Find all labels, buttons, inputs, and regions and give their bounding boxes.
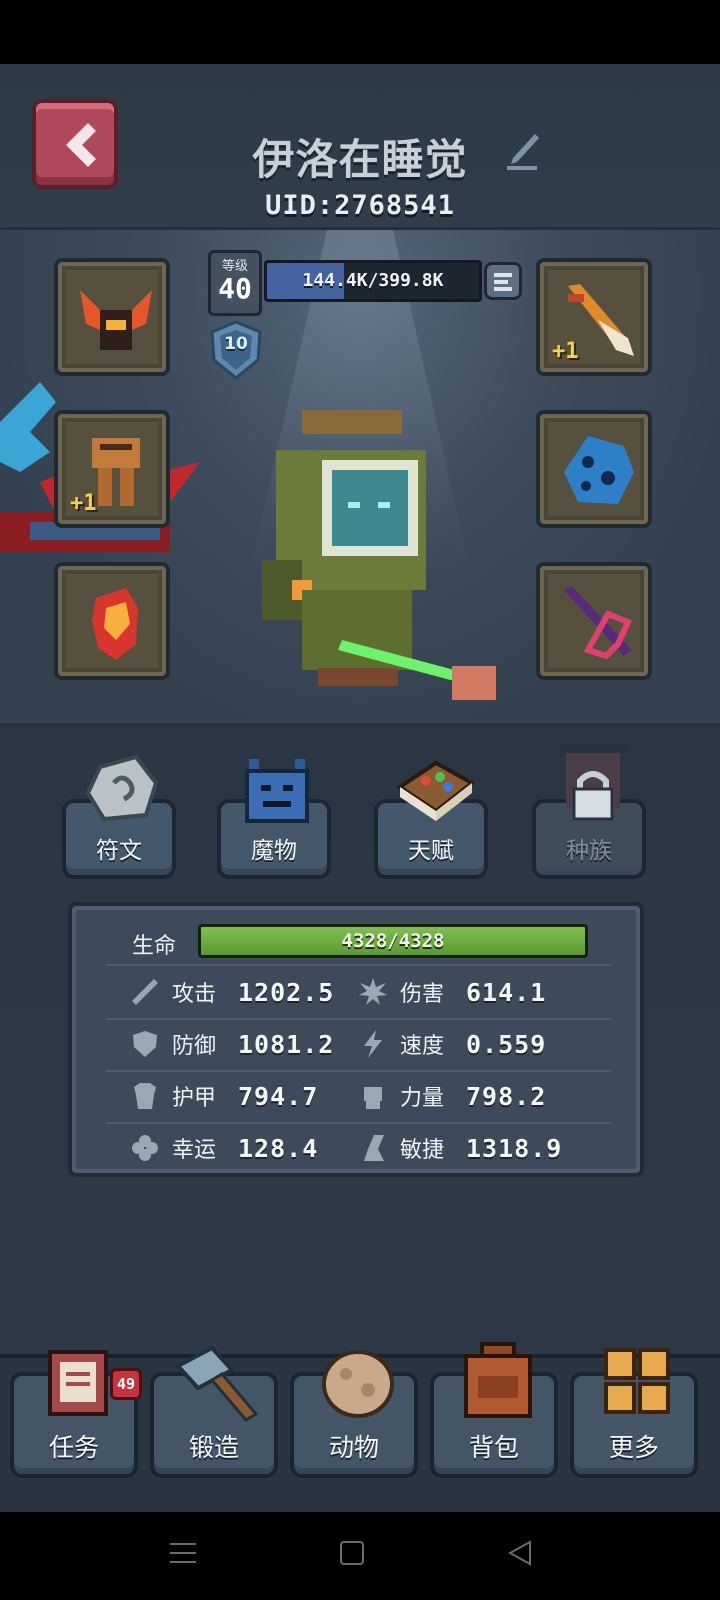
hp-label: 生命 (132, 934, 177, 959)
stat-value: 128.4 (238, 1133, 319, 1163)
divider (106, 1122, 611, 1124)
player-name: 伊洛在睡觉 (252, 135, 468, 184)
stat-value: 1318.9 (466, 1133, 563, 1163)
stat-label: 敏捷 (400, 1138, 445, 1163)
equip-slot-shield[interactable] (536, 410, 652, 528)
menu-icon[interactable] (170, 1540, 196, 1566)
stat-agility: 敏捷 1318.9 (358, 1128, 562, 1168)
stat-armor: 护甲 794.7 (130, 1076, 318, 1116)
back-triangle-icon[interactable] (508, 1540, 532, 1566)
quest-count-badge: 49 (110, 1368, 142, 1400)
stat-damage: 伤害 614.1 (358, 972, 546, 1012)
status-bar (0, 0, 720, 64)
fire-gauntlet-icon (92, 588, 138, 660)
nav-label: 动物 (328, 1433, 379, 1462)
nav-label: 更多 (608, 1433, 659, 1462)
fist-icon (364, 1087, 382, 1109)
egg-icon (322, 1350, 394, 1418)
nav-quest[interactable]: 49 任务 (10, 1350, 142, 1478)
nav-label: 任务 (48, 1433, 99, 1462)
equip-slot-helmet[interactable] (54, 258, 170, 376)
xp-bar: 144.4K/399.8K (264, 260, 482, 302)
system-nav-bar (0, 1512, 720, 1600)
nav-animal[interactable]: 动物 (290, 1350, 418, 1478)
stat-label: 速度 (400, 1034, 445, 1059)
level-number: 40 (218, 272, 252, 305)
stat-luck: 幸运 128.4 (130, 1128, 318, 1168)
burst-icon (359, 978, 387, 1005)
divider (106, 964, 611, 966)
talent-book-icon (396, 760, 474, 821)
nav-backpack[interactable]: 背包 (430, 1342, 558, 1478)
stat-value: 1081.2 (238, 1029, 335, 1059)
back-button[interactable] (32, 99, 118, 189)
xp-text: 144.4K/399.8K (302, 270, 444, 291)
boot-icon (364, 1135, 384, 1161)
stat-label: 伤害 (400, 982, 445, 1007)
nav-forge[interactable]: 锻造 (150, 1346, 278, 1478)
hammer-icon (174, 1346, 258, 1422)
shield-icon (133, 1031, 157, 1057)
tab-talent[interactable]: 天赋 (374, 760, 488, 879)
hero-character[interactable] (262, 410, 512, 710)
stat-value: 1202.5 (238, 977, 335, 1007)
stat-label: 幸运 (172, 1138, 217, 1163)
xp-details-button[interactable] (484, 262, 522, 300)
blue-monster-icon (245, 759, 309, 823)
clover-icon (132, 1135, 158, 1161)
level-box: 等级 40 (208, 250, 262, 316)
stat-strength: 力量 798.2 (358, 1076, 546, 1116)
grid-icon (604, 1348, 670, 1414)
tab-race[interactable]: 种族 (532, 743, 646, 879)
upgrade-level: +1 (552, 339, 579, 364)
stat-speed: 速度 0.559 (358, 1024, 546, 1064)
rune-stone-icon (86, 754, 158, 822)
stats-panel: 生命 4328/4328 攻击 1202.5 伤害 614.1 防御 1081.… (68, 902, 644, 1177)
hp-text: 4328/4328 (341, 930, 445, 952)
blue-crystal-shield-icon (564, 436, 634, 504)
tab-label: 魔物 (251, 838, 297, 864)
chevron-left-icon (66, 123, 96, 167)
equip-slot-offhand[interactable] (536, 562, 652, 680)
equip-slot-armor[interactable]: +1 (54, 410, 170, 528)
equip-slot-weapon[interactable]: +1 (536, 258, 652, 376)
stat-label: 力量 (400, 1086, 445, 1111)
quest-book-icon (48, 1350, 108, 1416)
upgrade-level: +1 (70, 491, 97, 516)
armor-icon (134, 1083, 156, 1109)
stat-label: 攻击 (172, 982, 217, 1007)
sword-icon (132, 979, 158, 1005)
stat-value: 798.2 (466, 1081, 547, 1111)
tab-label: 天赋 (408, 838, 454, 864)
player-uid: UID:2768541 (265, 190, 455, 221)
tab-rune[interactable]: 符文 (62, 754, 176, 879)
nav-label: 背包 (468, 1433, 519, 1462)
lock-icon (560, 743, 626, 821)
stat-defense: 防御 1081.2 (130, 1024, 334, 1064)
tab-label: 种族 (566, 838, 612, 864)
lightning-icon (364, 1030, 382, 1058)
purple-crossbow-icon (564, 586, 633, 660)
tab-label: 符文 (96, 838, 142, 864)
nav-label: 锻造 (188, 1433, 239, 1462)
quill-edit-icon[interactable] (505, 132, 541, 172)
stat-label: 护甲 (172, 1086, 217, 1111)
equip-slot-gloves[interactable] (54, 562, 170, 680)
rank-number: 10 (224, 334, 248, 354)
home-square-icon[interactable] (340, 1540, 364, 1566)
divider (106, 1070, 611, 1072)
list-icon (494, 273, 512, 291)
hp-bar: 4328/4328 (198, 924, 588, 958)
flame-horned-helmet-icon (80, 290, 152, 350)
stat-value: 794.7 (238, 1081, 319, 1111)
stat-attack: 攻击 1202.5 (130, 972, 334, 1012)
game-screen: 伊洛在睡觉 UID:2768541 +1 +1 等级 40 144.4K/399… (0, 64, 720, 1512)
tab-monster[interactable]: 魔物 (217, 759, 331, 879)
nav-more[interactable]: 更多 (570, 1348, 698, 1478)
divider (106, 1018, 611, 1020)
stat-label: 防御 (172, 1034, 217, 1059)
stat-value: 614.1 (466, 977, 547, 1007)
backpack-icon (464, 1342, 532, 1418)
stat-value: 0.559 (466, 1029, 547, 1059)
